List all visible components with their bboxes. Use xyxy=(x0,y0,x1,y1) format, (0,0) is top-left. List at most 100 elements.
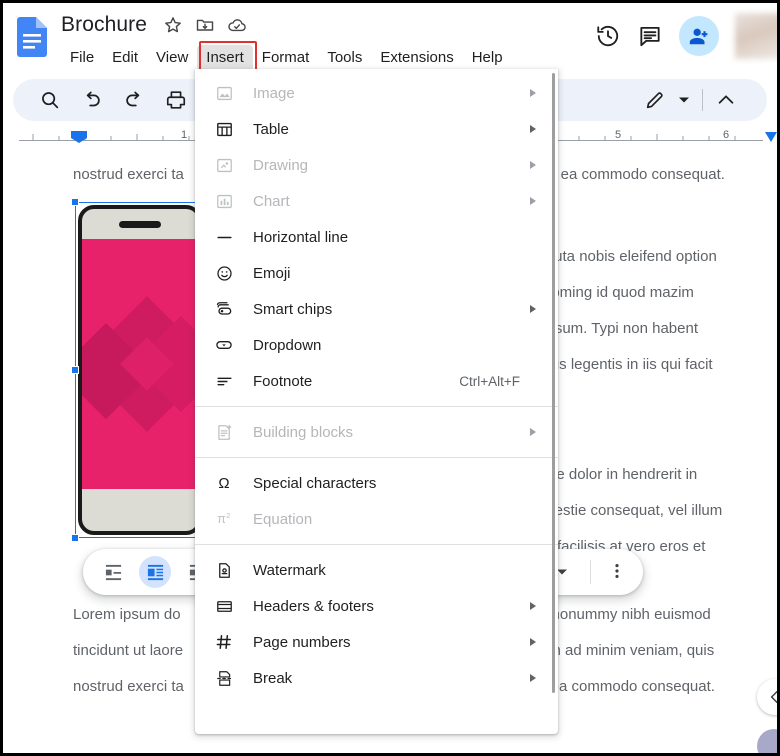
menu-item-break[interactable]: Break xyxy=(195,660,558,696)
menu-insert[interactable]: Insert xyxy=(197,45,253,71)
insert-menu[interactable]: Image Table Drawing Chart Horizontal lin… xyxy=(195,69,558,734)
menu-edit[interactable]: Edit xyxy=(103,45,147,71)
text-line: usus legentis in iis qui facit xyxy=(535,356,713,373)
version-history-icon[interactable] xyxy=(595,23,621,49)
submenu-arrow-icon xyxy=(530,125,536,133)
title-icon-group xyxy=(163,15,247,35)
menu-scrollbar[interactable] xyxy=(552,73,555,693)
menu-item-label: Emoji xyxy=(253,264,291,282)
all-image-options-kebab-icon[interactable] xyxy=(607,561,629,583)
paragraph-right-top: x ea commodo consequat. xyxy=(549,166,725,183)
header-right-group xyxy=(595,13,777,59)
page-title[interactable]: Brochure xyxy=(61,11,147,39)
menu-item-label: Building blocks xyxy=(253,423,354,441)
horizontal-line-icon xyxy=(213,226,235,248)
menu-file[interactable]: File xyxy=(61,45,103,71)
text-line: ure dolor in hendrerit in xyxy=(543,466,698,483)
emoji-icon xyxy=(213,262,235,284)
menu-help[interactable]: Help xyxy=(463,45,512,71)
page-numbers-icon xyxy=(213,631,235,653)
avatar[interactable] xyxy=(735,13,777,59)
menu-item-equation[interactable]: π 2 Equation xyxy=(195,501,558,537)
menu-extensions[interactable]: Extensions xyxy=(371,45,462,71)
special-characters-icon: Ω xyxy=(213,472,235,494)
toolbar-divider xyxy=(702,89,703,111)
menu-item-chart[interactable]: Chart xyxy=(195,183,558,219)
wrap-text-button[interactable] xyxy=(139,556,171,588)
chevron-down-icon[interactable] xyxy=(678,91,690,109)
menu-item-horizontal-line[interactable]: Horizontal line xyxy=(195,219,558,255)
undo-icon[interactable] xyxy=(81,89,103,111)
resize-handle-middle-left[interactable] xyxy=(71,366,79,374)
text-line: n nonummy nibh euismod xyxy=(539,606,711,623)
resize-handle-bottom-left[interactable] xyxy=(71,534,79,542)
right-indent-marker xyxy=(765,132,777,142)
menu-item-table[interactable]: Table xyxy=(195,111,558,147)
menu-divider-3 xyxy=(195,544,558,545)
building-blocks-icon xyxy=(213,421,235,443)
menu-item-footnote[interactable]: Footnote Ctrl+Alt+F xyxy=(195,363,558,399)
submenu-arrow-icon xyxy=(530,197,536,205)
app-header: Brochure File Edit View Insert Format To… xyxy=(3,3,777,73)
menu-item-page-numbers[interactable]: Page numbers xyxy=(195,624,558,660)
image-icon xyxy=(213,82,235,104)
menu-item-shortcut: Ctrl+Alt+F xyxy=(459,373,520,389)
text-line: x ea commodo consequat. xyxy=(539,678,715,695)
wrap-inline-button[interactable] xyxy=(97,556,129,588)
paragraph-left-top: nostrud exerci ta xyxy=(73,166,184,183)
menu-item-special-characters[interactable]: Ω Special characters xyxy=(195,465,558,501)
menu-item-label: Page numbers xyxy=(253,633,351,651)
resize-handle-top-left[interactable] xyxy=(71,198,79,206)
menu-item-label: Image xyxy=(253,84,295,102)
menu-bar: File Edit View Insert Format Tools Exten… xyxy=(61,45,512,71)
menu-view[interactable]: View xyxy=(147,45,197,71)
chart-icon xyxy=(213,190,235,212)
move-to-folder-icon[interactable] xyxy=(195,15,215,35)
equation-icon: π 2 xyxy=(213,508,235,530)
dropdown-icon xyxy=(213,334,235,356)
cloud-saved-icon[interactable] xyxy=(227,15,247,35)
share-button[interactable] xyxy=(679,16,719,56)
phone-body xyxy=(78,205,202,535)
menu-item-building-blocks[interactable]: Building blocks xyxy=(195,414,558,450)
star-icon[interactable] xyxy=(163,15,183,35)
text-line: im ad minim veniam, quis xyxy=(545,642,715,659)
menu-divider xyxy=(195,406,558,407)
submenu-arrow-icon xyxy=(530,674,536,682)
menu-item-smart-chips[interactable]: Smart chips xyxy=(195,291,558,327)
menu-item-headers-footers[interactable]: Headers & footers xyxy=(195,588,558,624)
hide-menus-chevron-up-icon[interactable] xyxy=(715,89,737,111)
submenu-arrow-icon xyxy=(530,428,536,436)
menu-item-label: Watermark xyxy=(253,561,326,579)
phone-speaker xyxy=(119,221,161,228)
svg-text:π: π xyxy=(217,512,226,526)
menu-item-label: Dropdown xyxy=(253,336,322,354)
break-icon xyxy=(213,667,235,689)
menu-item-drawing[interactable]: Drawing xyxy=(195,147,558,183)
menu-item-dropdown[interactable]: Dropdown xyxy=(195,327,558,363)
text-line: tincidunt ut laore xyxy=(73,642,184,659)
search-icon[interactable] xyxy=(39,89,61,111)
menu-item-label: Horizontal line xyxy=(253,228,349,246)
google-docs-logo xyxy=(17,17,47,57)
menu-item-watermark[interactable]: Watermark xyxy=(195,552,558,588)
menu-item-label: Smart chips xyxy=(253,300,333,318)
text-line: olestie consequat, vel illum xyxy=(543,502,723,519)
menu-item-label: Headers & footers xyxy=(253,597,374,615)
text-line: soluta nobis eleifend option xyxy=(535,248,717,265)
submenu-arrow-icon xyxy=(530,638,536,646)
text-line: doming id quod mazim xyxy=(543,284,694,301)
svg-text:Ω: Ω xyxy=(218,475,229,492)
menu-item-image[interactable]: Image xyxy=(195,75,558,111)
print-icon[interactable] xyxy=(165,89,187,111)
menu-format[interactable]: Format xyxy=(253,45,319,71)
redo-icon[interactable] xyxy=(123,89,145,111)
paragraph-right-mid: soluta nobis eleifend option doming id q… xyxy=(535,239,717,383)
paragraph-left-bottom: Lorem ipsum do tincidunt ut laore nostru… xyxy=(73,597,184,705)
menu-tools[interactable]: Tools xyxy=(318,45,371,71)
selected-phone-image[interactable] xyxy=(71,198,209,542)
menu-item-emoji[interactable]: Emoji xyxy=(195,255,558,291)
title-block: Brochure xyxy=(61,11,147,39)
comment-icon[interactable] xyxy=(637,23,663,49)
editing-mode-pencil-icon[interactable] xyxy=(644,89,666,111)
